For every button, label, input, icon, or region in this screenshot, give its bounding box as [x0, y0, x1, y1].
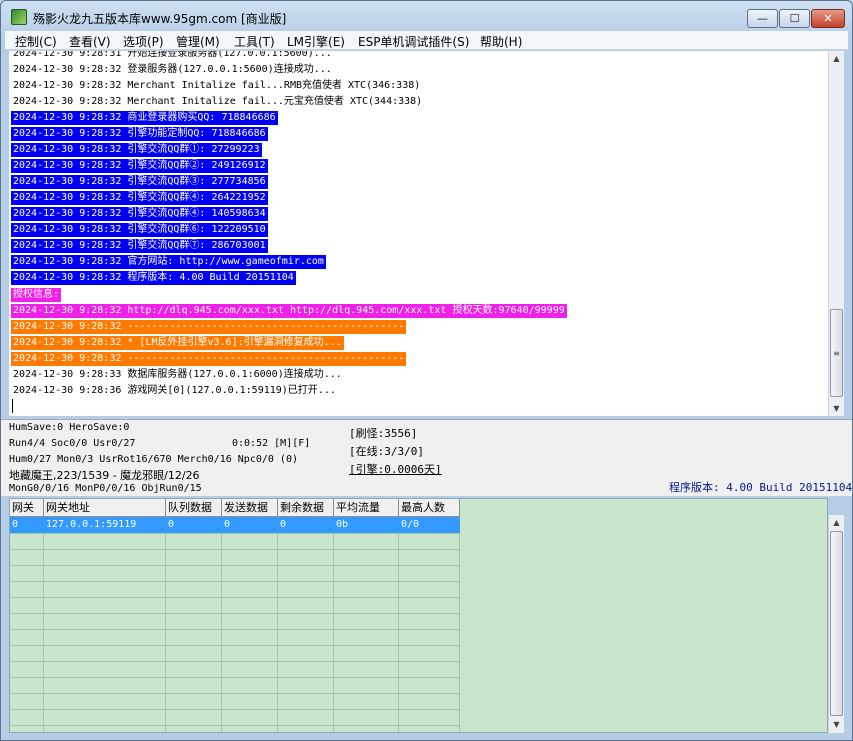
menu-view[interactable]: 查看(V): [69, 33, 111, 50]
cell-address: 127.0.0.1:59119: [46, 519, 137, 530]
cell-avg-traffic: 0b: [336, 519, 349, 530]
col-header-address[interactable]: 网关地址: [44, 499, 166, 517]
log-line: 2024-12-30 9:28:32 引擎交流QQ群④: 140598634: [11, 207, 268, 221]
log-line: 2024-12-30 9:28:32 http://dlq.945.com/xx…: [11, 304, 567, 318]
gateway-grid[interactable]: 网关 网关地址 队列数据 发送数据 剩余数据 平均流量 最高人数 0 127.0…: [9, 498, 828, 733]
cell-sent: 0: [224, 519, 231, 530]
log-line: 2024-12-30 9:28:33 数据库服务器(127.0.0.1:6000…: [11, 368, 344, 382]
grid-row-line: [10, 581, 460, 582]
log-line: 2024-12-30 9:28:32 引擎交流QQ群①: 27299223: [11, 143, 262, 157]
maximize-button[interactable]: ☐: [779, 9, 810, 28]
engine-days: [引擎:0.0006天]: [349, 463, 442, 476]
col-header-queue[interactable]: 队列数据: [166, 499, 222, 517]
title-bar[interactable]: 殇影火龙九五版本库www.95gm.com [商业版] — ☐ ✕: [1, 1, 852, 31]
cell-max-users: 0/0: [401, 519, 420, 530]
log-line: 2024-12-30 9:28:32 程序版本: 4.00 Build 2015…: [11, 271, 296, 285]
grid-row-line: [10, 661, 460, 662]
scroll-up-icon[interactable]: ▲: [829, 51, 844, 66]
status-hum: Hum0/27 Mon0/3 UsrRot16/670 Merch0/16 Np…: [9, 454, 298, 465]
cell-queue: 0: [168, 519, 175, 530]
grid-row-line: [10, 549, 460, 550]
log-line: 2024-12-30 9:28:32 商业登录器购买QQ: 718846686: [11, 111, 278, 125]
menu-control[interactable]: 控制(C): [15, 33, 57, 50]
log-line: 2024-12-30 9:28:31 开始连接登录服务器(127.0.0.1:5…: [11, 51, 334, 61]
log-line: 授权信息:: [11, 288, 62, 302]
text-caret: [12, 399, 13, 413]
log-line: 2024-12-30 9:28:32 引擎交流QQ群④: 264221952: [11, 191, 268, 205]
status-save: HumSave:0 HeroSave:0: [9, 422, 130, 433]
grid-row-line: [10, 613, 460, 614]
online-count: [在线:3/3/0]: [349, 445, 424, 458]
status-mon: MonG0/0/16 MonP0/0/16 ObjRun0/15: [9, 483, 202, 494]
status-timer: 0:0:52 [M][F]: [232, 438, 311, 449]
log-line: 2024-12-30 9:28:32 引擎交流QQ群②: 249126912: [11, 159, 268, 173]
log-line: 2024-12-30 9:28:32 引擎交流QQ群③: 277734856: [11, 175, 268, 189]
refresh-count: [刷怪:3556]: [349, 427, 418, 440]
status-panel: HumSave:0 HeroSave:0 Run4/4 Soc0/0 Usr0/…: [1, 419, 852, 496]
table-row[interactable]: 0 127.0.0.1:59119 0 0 0 0b 0/0: [10, 517, 460, 533]
grid-scrollbar[interactable]: ▲ ▼: [828, 515, 844, 733]
menu-bar: 控制(C) 查看(V) 选项(P) 管理(M) 工具(T) LM引擎(E) ES…: [5, 31, 848, 50]
status-boss: 地藏魔王,223/1539 - 魔龙邪眼/12/26: [9, 469, 200, 482]
scroll-thumb[interactable]: [830, 531, 843, 716]
menu-esp-plugin[interactable]: ESP单机调试插件(S): [358, 33, 469, 50]
menu-manage[interactable]: 管理(M): [176, 33, 220, 50]
log-line: 2024-12-30 9:28:32 Merchant Initalize fa…: [11, 79, 423, 93]
log-line: 2024-12-30 9:28:32 Merchant Initalize fa…: [11, 95, 425, 109]
scroll-down-icon[interactable]: ▼: [829, 401, 844, 416]
scroll-down-icon[interactable]: ▼: [829, 717, 844, 732]
grid-row-line: [10, 597, 460, 598]
grid-row-line: [10, 725, 460, 726]
col-header-avg-traffic[interactable]: 平均流量: [334, 499, 399, 517]
program-version: 程序版本: 4.00 Build 20151104: [669, 481, 853, 494]
col-header-remaining[interactable]: 剩余数据: [278, 499, 334, 517]
window-title: 殇影火龙九五版本库www.95gm.com [商业版]: [33, 12, 287, 26]
log-line: 2024-12-30 9:28:32 引擎功能定制QQ: 718846686: [11, 127, 268, 141]
grid-row-line: [10, 677, 460, 678]
log-line: 2024-12-30 9:28:32 引擎交流QQ群⑥: 122209510: [11, 223, 268, 237]
grid-row-line: [10, 533, 460, 534]
status-run: Run4/4 Soc0/0 Usr0/27: [9, 438, 136, 449]
main-window: 殇影火龙九五版本库www.95gm.com [商业版] — ☐ ✕ 控制(C) …: [0, 0, 853, 741]
log-line: 2024-12-30 9:28:32 登录服务器(127.0.0.1:5600)…: [11, 63, 334, 77]
log-scrollbar[interactable]: ▲ ≡ ▼: [828, 51, 844, 416]
grid-row-line: [10, 709, 460, 710]
log-line: 2024-12-30 9:28:32 ---------------------…: [11, 352, 407, 366]
col-header-sent[interactable]: 发送数据: [222, 499, 278, 517]
col-header-gateway[interactable]: 网关: [10, 499, 44, 517]
scroll-thumb[interactable]: ≡: [830, 309, 843, 397]
log-line: 2024-12-30 9:28:32 ---------------------…: [11, 320, 407, 334]
cell-remaining: 0: [280, 519, 287, 530]
log-line: 2024-12-30 9:28:36 游戏网关[0](127.0.0.1:591…: [11, 384, 338, 398]
log-line: 2024-12-30 9:28:32 官方网站: http://www.game…: [11, 255, 326, 269]
log-line: 2024-12-30 9:28:32 * [LM反外挂引擎v3.6]:引擎漏洞修…: [11, 336, 344, 350]
grid-row-line: [10, 645, 460, 646]
log-console[interactable]: 2024-12-30 9:28:31 开始连接登录服务器(127.0.0.1:5…: [9, 51, 828, 416]
menu-tools[interactable]: 工具(T): [234, 33, 275, 50]
minimize-button[interactable]: —: [747, 9, 778, 28]
grid-row-line: [10, 565, 460, 566]
cell-gateway: 0: [12, 519, 19, 530]
col-header-max-users[interactable]: 最高人数: [399, 499, 460, 517]
menu-options[interactable]: 选项(P): [123, 33, 164, 50]
menu-lm-engine[interactable]: LM引擎(E): [287, 33, 345, 50]
grid-row-line: [10, 693, 460, 694]
scroll-up-icon[interactable]: ▲: [829, 515, 844, 530]
menu-help[interactable]: 帮助(H): [480, 33, 522, 50]
grid-row-line: [10, 629, 460, 630]
close-button[interactable]: ✕: [811, 9, 845, 28]
log-line: 2024-12-30 9:28:32 引擎交流QQ群⑦: 286703001: [11, 239, 268, 253]
app-icon: [11, 9, 27, 25]
